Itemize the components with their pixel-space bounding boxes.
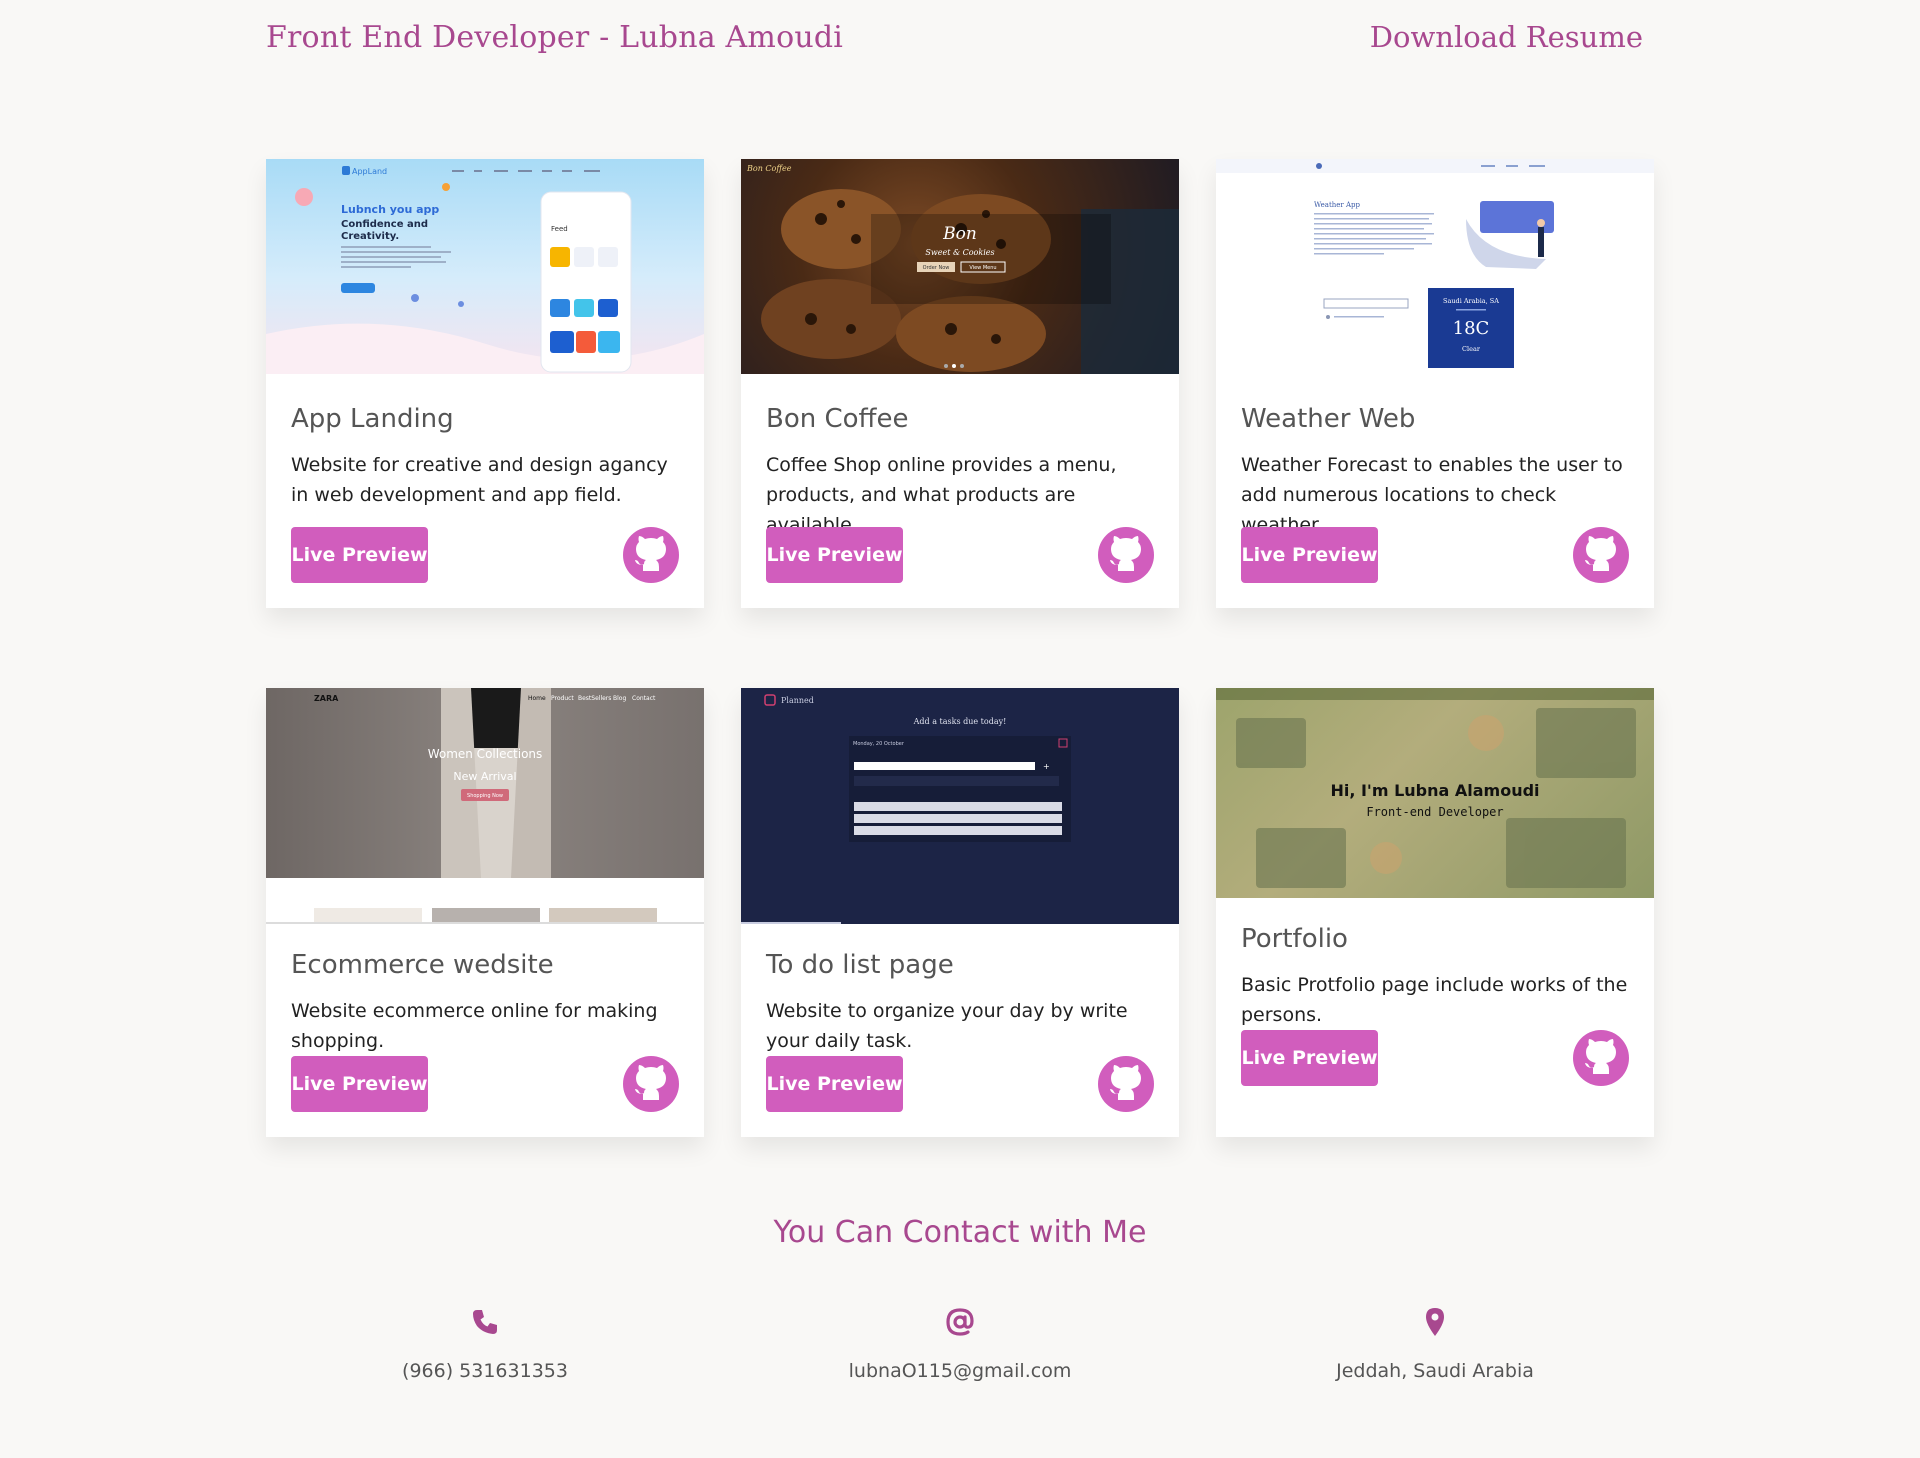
project-card-bon-coffee: Bon Coffee Bon Sweet & Cookies Order Now…	[741, 159, 1179, 608]
github-icon[interactable]	[1573, 1030, 1629, 1086]
live-preview-button[interactable]: Live Preview	[1241, 1030, 1378, 1086]
at-sign-icon	[944, 1306, 976, 1338]
svg-text:Lubnch you app: Lubnch you app	[341, 203, 439, 216]
project-description: Website to organize your day by write yo…	[766, 1000, 1128, 1052]
project-thumbnail: ZARA Home Product BestSellers Blog Conta…	[266, 688, 704, 924]
project-actions: Live Preview	[1241, 527, 1629, 583]
project-card-portfolio: Hi, I'm Lubna Alamoudi Front-end Develop…	[1216, 688, 1654, 1137]
project-thumbnail: AppLand Lubnch you app Confidence and Cr…	[266, 159, 704, 374]
live-preview-button[interactable]: Live Preview	[291, 1056, 428, 1112]
svg-text:18C: 18C	[1453, 318, 1490, 339]
github-icon[interactable]	[1098, 1056, 1154, 1112]
project-title: App Landing	[291, 404, 454, 434]
svg-text:Confidence and: Confidence and	[341, 219, 428, 230]
project-actions: Live Preview	[291, 1056, 679, 1112]
svg-text:Order Now: Order Now	[923, 265, 950, 271]
project-card-todo: Planned Add a tasks due today! Monday, 2…	[741, 688, 1179, 1137]
contact-phone: (966) 531631353	[266, 1306, 704, 1382]
download-resume-link[interactable]: Download Resume	[1370, 20, 1643, 54]
github-icon[interactable]	[623, 527, 679, 583]
project-actions: Live Preview	[766, 1056, 1154, 1112]
live-preview-button[interactable]: Live Preview	[766, 1056, 903, 1112]
svg-text:Weather App: Weather App	[1314, 201, 1361, 209]
contact-row: (966) 531631353 lubnaO115@gmail.com Jedd…	[266, 1306, 1654, 1382]
brand-title[interactable]: Front End Developer - Lubna Amoudi	[266, 20, 843, 55]
svg-text:Front-end Developer: Front-end Developer	[1366, 805, 1503, 819]
contact-title: You Can Contact with Me	[773, 1215, 1147, 1250]
contact-location-text: Jeddah, Saudi Arabia	[1336, 1360, 1534, 1382]
phone-icon	[469, 1306, 501, 1338]
svg-text:Creativity.: Creativity.	[341, 231, 399, 242]
app-landing-screenshot: AppLand Lubnch you app Confidence and Cr…	[266, 166, 704, 374]
svg-text:Product: Product	[551, 695, 574, 702]
project-actions: Live Preview	[291, 527, 679, 583]
project-title: Weather Web	[1241, 404, 1416, 434]
contact-location: Jeddah, Saudi Arabia	[1216, 1306, 1654, 1382]
svg-text:+: +	[1043, 762, 1050, 771]
live-preview-button[interactable]: Live Preview	[1241, 527, 1378, 583]
svg-text:Blog: Blog	[613, 695, 626, 702]
project-card-ecommerce: ZARA Home Product BestSellers Blog Conta…	[266, 688, 704, 1137]
svg-text:Bon Coffee: Bon Coffee	[746, 164, 792, 173]
project-card-app-landing: AppLand Lubnch you app Confidence and Cr…	[266, 159, 704, 608]
contact-phone-text[interactable]: (966) 531631353	[266, 1360, 704, 1382]
svg-text:View Menu: View Menu	[969, 265, 996, 271]
project-title: To do list page	[766, 950, 954, 980]
weather-web-screenshot: Weather App Saudi Arabia, SA 18C Clear	[1216, 159, 1654, 368]
svg-text:Women Collections: Women Collections	[428, 747, 543, 761]
ecommerce-screenshot: ZARA Home Product BestSellers Blog Conta…	[266, 688, 704, 924]
project-actions: Live Preview	[1241, 1030, 1629, 1086]
contact-email: lubnaO115@gmail.com	[741, 1306, 1179, 1382]
site-header: Front End Developer - Lubna Amoudi Downl…	[0, 0, 1920, 80]
portfolio-screenshot: Hi, I'm Lubna Alamoudi Front-end Develop…	[1216, 688, 1654, 888]
svg-text:Clear: Clear	[1462, 345, 1481, 353]
project-description: Basic Protfolio page include works of th…	[1241, 974, 1628, 1026]
svg-text:Contact: Contact	[632, 695, 656, 702]
svg-text:Add a tasks due today!: Add a tasks due today!	[913, 717, 1007, 726]
svg-text:Planned: Planned	[781, 696, 814, 705]
github-icon[interactable]	[623, 1056, 679, 1112]
project-thumbnail: Planned Add a tasks due today! Monday, 2…	[741, 688, 1179, 924]
project-card-weather-web: Weather App Saudi Arabia, SA 18C Clear W…	[1216, 159, 1654, 608]
project-title: Ecommerce wedsite	[291, 950, 554, 980]
svg-text:Feed: Feed	[551, 225, 568, 233]
project-description: Website for creative and design agancy i…	[291, 454, 668, 506]
svg-text:Sweet & Cookies: Sweet & Cookies	[925, 248, 994, 257]
svg-text:Home: Home	[528, 695, 546, 702]
project-thumbnail: Hi, I'm Lubna Alamoudi Front-end Develop…	[1216, 688, 1654, 898]
live-preview-button[interactable]: Live Preview	[291, 527, 428, 583]
project-title: Bon Coffee	[766, 404, 909, 434]
project-actions: Live Preview	[766, 527, 1154, 583]
svg-text:ZARA: ZARA	[314, 694, 339, 703]
svg-text:BestSellers: BestSellers	[578, 695, 611, 702]
svg-text:Bon: Bon	[942, 224, 977, 244]
project-thumbnail: Weather App Saudi Arabia, SA 18C Clear	[1216, 159, 1654, 374]
svg-text:Hi, I'm Lubna Alamoudi: Hi, I'm Lubna Alamoudi	[1330, 781, 1539, 800]
svg-text:Monday, 20 October: Monday, 20 October	[853, 741, 905, 747]
contact-email-text[interactable]: lubnaO115@gmail.com	[741, 1360, 1179, 1382]
project-thumbnail: Bon Coffee Bon Sweet & Cookies Order Now…	[741, 159, 1179, 374]
github-icon[interactable]	[1098, 527, 1154, 583]
live-preview-button[interactable]: Live Preview	[766, 527, 903, 583]
svg-text:New Arrival: New Arrival	[453, 770, 516, 783]
project-description: Website ecommerce online for making shop…	[291, 1000, 658, 1052]
projects-grid: AppLand Lubnch you app Confidence and Cr…	[266, 159, 1654, 1137]
github-icon[interactable]	[1573, 527, 1629, 583]
svg-text:Saudi Arabia, SA: Saudi Arabia, SA	[1443, 297, 1499, 305]
location-pin-icon	[1419, 1306, 1451, 1338]
project-title: Portfolio	[1241, 924, 1348, 954]
svg-text:Shopping Now: Shopping Now	[467, 793, 503, 799]
todo-screenshot: Planned Add a tasks due today! Monday, 2…	[741, 694, 1071, 924]
bon-coffee-screenshot: Bon Coffee Bon Sweet & Cookies Order Now…	[746, 164, 1179, 374]
svg-text:AppLand: AppLand	[352, 167, 387, 176]
